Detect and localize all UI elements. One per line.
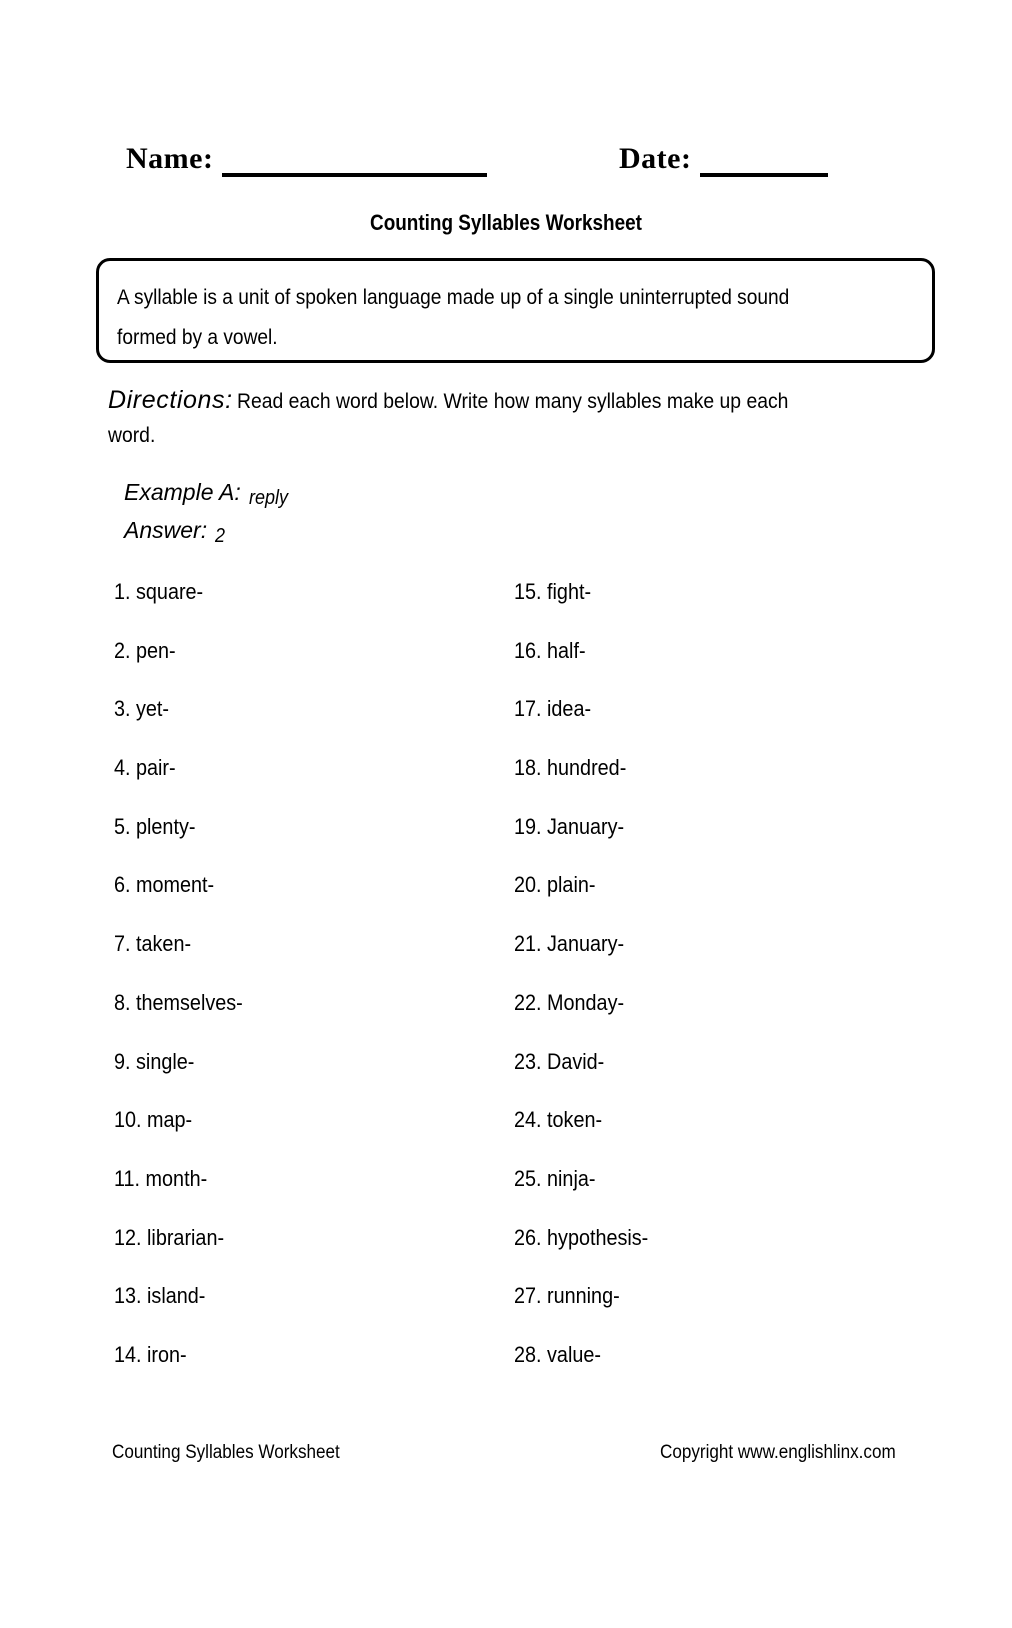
list-item-label: 10. map- bbox=[114, 1107, 193, 1133]
list-item[interactable]: 28. value- bbox=[514, 1341, 914, 1400]
list-item-label: 2. pen- bbox=[114, 637, 176, 663]
footer-copyright: Copyright www.englishlinx.com bbox=[660, 1442, 896, 1463]
list-item-label: 24. token- bbox=[514, 1107, 603, 1133]
list-item[interactable]: 20. plain- bbox=[514, 871, 914, 930]
list-item-label: 8. themselves- bbox=[114, 989, 243, 1015]
list-item-label: 20. plain- bbox=[514, 872, 596, 898]
page-title: Counting Syllables Worksheet bbox=[370, 210, 642, 235]
example-row: Example A: reply bbox=[124, 478, 292, 509]
list-item[interactable]: 17. idea- bbox=[514, 695, 914, 754]
list-item-label: 23. David- bbox=[514, 1048, 605, 1074]
directions-label: Directions: bbox=[108, 386, 233, 414]
list-item-label: 6. moment- bbox=[114, 872, 215, 898]
list-item-label: 14. iron- bbox=[114, 1341, 187, 1367]
list-item-label: 9. single- bbox=[114, 1048, 195, 1074]
name-write-in-line[interactable] bbox=[222, 173, 487, 177]
list-item-label: 26. hypothesis- bbox=[514, 1224, 649, 1250]
list-item[interactable]: 26. hypothesis- bbox=[514, 1224, 914, 1283]
list-item[interactable]: 8. themselves- bbox=[114, 989, 494, 1048]
answer-row: Answer: 2 bbox=[124, 516, 226, 547]
list-item[interactable]: 15. fight- bbox=[514, 578, 914, 637]
worksheet-page: Name: Date: Counting Syllables Worksheet… bbox=[0, 0, 1012, 1628]
list-item-label: 28. value- bbox=[514, 1341, 601, 1367]
list-item[interactable]: 9. single- bbox=[114, 1048, 494, 1107]
list-item[interactable]: 4. pair- bbox=[114, 754, 494, 813]
list-item-label: 7. taken- bbox=[114, 931, 192, 957]
list-item[interactable]: 18. hundred- bbox=[514, 754, 914, 813]
directions-line-1: Directions: Read each word below. Write … bbox=[108, 380, 849, 422]
word-column-left: 1. square- 2. pen- 3. yet- 4. pair- 5. plent… bbox=[114, 578, 494, 1400]
list-item[interactable]: 16. half- bbox=[514, 637, 914, 696]
list-item[interactable]: 13. island- bbox=[114, 1282, 494, 1341]
list-item-label: 11. month- bbox=[114, 1165, 208, 1191]
list-item[interactable]: 12. librarian- bbox=[114, 1224, 494, 1283]
list-item[interactable]: 21. January- bbox=[514, 930, 914, 989]
answer-value: 2 bbox=[215, 525, 226, 547]
list-item-label: 4. pair- bbox=[114, 755, 176, 781]
date-write-in-line[interactable] bbox=[700, 173, 828, 177]
list-item[interactable]: 1. square- bbox=[114, 578, 494, 637]
list-item[interactable]: 25. ninja- bbox=[514, 1165, 914, 1224]
footer-title: Counting Syllables Worksheet bbox=[112, 1442, 340, 1463]
list-item[interactable]: 3. yet- bbox=[114, 695, 494, 754]
word-column-right: 15. fight- 16. half- 17. idea- 18. hundred-… bbox=[514, 578, 914, 1400]
list-item[interactable]: 27. running- bbox=[514, 1282, 914, 1341]
list-item[interactable]: 14. iron- bbox=[114, 1341, 494, 1400]
list-item[interactable]: 19. January- bbox=[514, 813, 914, 872]
list-item-label: 21. January- bbox=[514, 931, 625, 957]
list-item-label: 25. ninja- bbox=[514, 1165, 596, 1191]
list-item-label: 19. January- bbox=[514, 813, 625, 839]
list-item-label: 1. square- bbox=[114, 579, 204, 604]
directions-text-part-1: Read each word below. Write how many syl… bbox=[236, 389, 789, 413]
list-item-label: 27. running- bbox=[514, 1283, 620, 1309]
list-item-label: 12. librarian- bbox=[114, 1224, 225, 1250]
list-item-label: 5. plenty- bbox=[114, 813, 196, 839]
date-label: Date: bbox=[619, 142, 692, 175]
list-item-label: 13. island- bbox=[114, 1283, 206, 1309]
list-item-label: 17. idea- bbox=[514, 696, 592, 722]
name-date-header: Name: Date: bbox=[0, 138, 1012, 184]
list-item-label: 18. hundred- bbox=[514, 755, 627, 781]
list-item[interactable]: 10. map- bbox=[114, 1106, 494, 1165]
definition-box: A syllable is a unit of spoken language … bbox=[96, 258, 935, 363]
answer-label: Answer: bbox=[124, 517, 208, 543]
list-item[interactable]: 6. moment- bbox=[114, 871, 494, 930]
list-item[interactable]: 23. David- bbox=[514, 1048, 914, 1107]
list-item-label: 22. Monday- bbox=[514, 989, 625, 1015]
list-item[interactable]: 22. Monday- bbox=[514, 989, 914, 1048]
directions-text-part-2: word. bbox=[108, 423, 156, 447]
example-label: Example A: bbox=[124, 479, 241, 505]
example-word: reply bbox=[248, 487, 288, 509]
definition-text: A syllable is a unit of spoken language … bbox=[117, 285, 790, 349]
list-item[interactable]: 24. token- bbox=[514, 1106, 914, 1165]
page-footer: Counting Syllables Worksheet Copyright w… bbox=[0, 1440, 1012, 1474]
list-item[interactable]: 11. month- bbox=[114, 1165, 494, 1224]
list-item-label: 15. fight- bbox=[514, 579, 592, 604]
list-item-label: 3. yet- bbox=[114, 696, 170, 722]
list-item[interactable]: 2. pen- bbox=[114, 637, 494, 696]
list-item[interactable]: 7. taken- bbox=[114, 930, 494, 989]
list-item[interactable]: 5. plenty- bbox=[114, 813, 494, 872]
list-item-label: 16. half- bbox=[514, 637, 586, 663]
name-label: Name: bbox=[126, 142, 214, 175]
